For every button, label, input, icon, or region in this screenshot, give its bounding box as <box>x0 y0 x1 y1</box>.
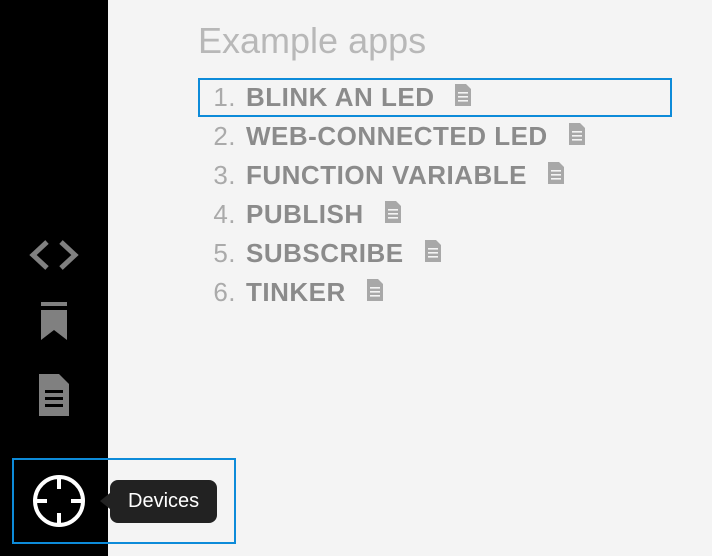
file-icon <box>454 82 472 113</box>
app-item-number: 5. <box>206 238 236 269</box>
app-item-number: 4. <box>206 199 236 230</box>
file-icon <box>424 238 442 269</box>
code-icon[interactable] <box>25 240 83 270</box>
file-icon <box>366 277 384 308</box>
app-item-name: SUBSCRIBE <box>246 238 404 269</box>
file-icon <box>384 199 402 230</box>
app-item[interactable]: 1. BLINK AN LED <box>198 78 672 117</box>
target-icon[interactable] <box>30 472 88 530</box>
app-list: 1. BLINK AN LED 2. WEB-CONNECTED LED 3. FUNCT… <box>198 78 672 312</box>
file-icon <box>547 160 565 191</box>
app-item-name: BLINK AN LED <box>246 82 434 113</box>
bookmark-icon[interactable] <box>39 302 69 342</box>
main-panel: Example apps 1. BLINK AN LED 2. WEB-CONNECT… <box>108 0 712 556</box>
app-item[interactable]: 5. SUBSCRIBE <box>198 234 672 273</box>
app-item-name: PUBLISH <box>246 199 364 230</box>
app-item-number: 6. <box>206 277 236 308</box>
page-title: Example apps <box>198 20 672 62</box>
app-item-name: TINKER <box>246 277 346 308</box>
file-icon[interactable] <box>37 374 71 416</box>
app-item-number: 2. <box>206 121 236 152</box>
app-item-number: 1. <box>206 82 236 113</box>
app-item[interactable]: 6. TINKER <box>198 273 672 312</box>
app-item[interactable]: 4. PUBLISH <box>198 195 672 234</box>
app-item[interactable]: 3. FUNCTION VARIABLE <box>198 156 672 195</box>
app-item-number: 3. <box>206 160 236 191</box>
app-item-name: FUNCTION VARIABLE <box>246 160 527 191</box>
file-icon <box>568 121 586 152</box>
app-item-name: WEB-CONNECTED LED <box>246 121 548 152</box>
app-item[interactable]: 2. WEB-CONNECTED LED <box>198 117 672 156</box>
